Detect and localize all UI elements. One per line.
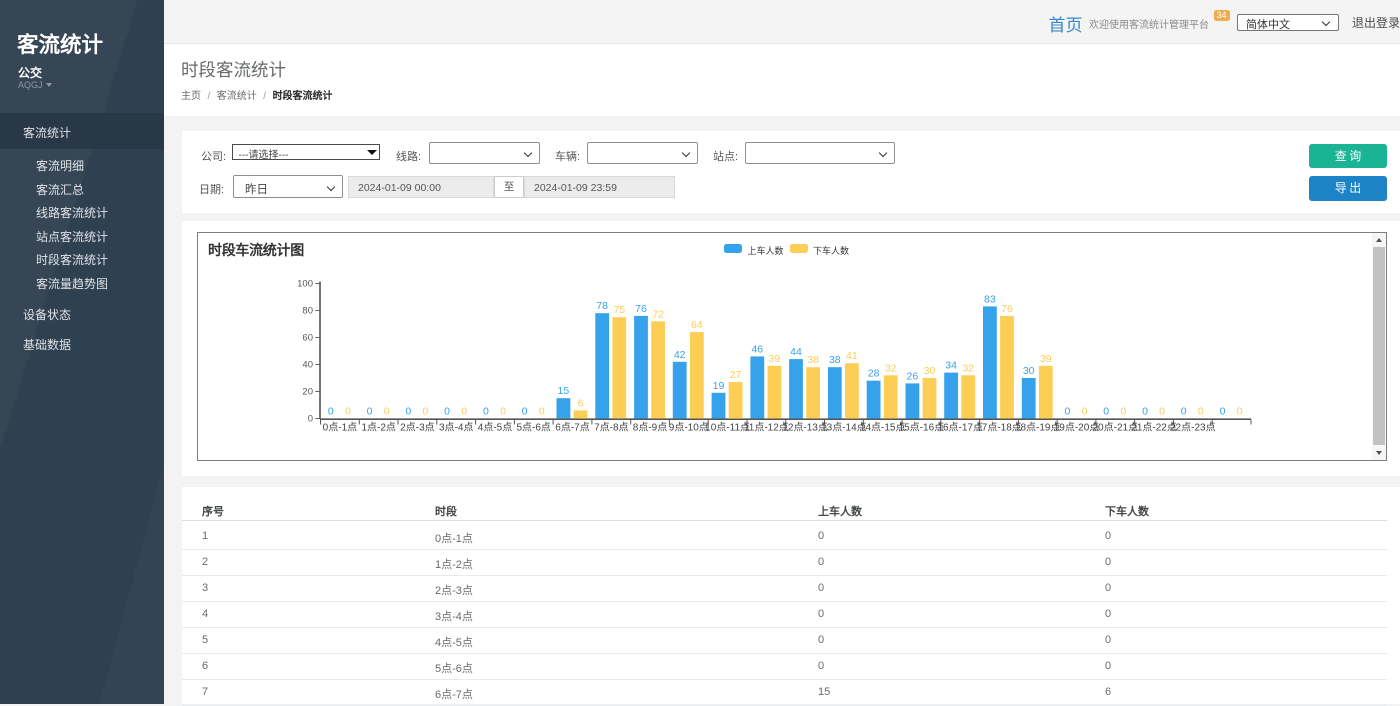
svg-text:0: 0	[384, 406, 390, 418]
svg-text:0: 0	[345, 406, 351, 418]
svg-text:0: 0	[1237, 406, 1243, 418]
svg-text:0: 0	[1159, 406, 1165, 418]
svg-text:46: 46	[751, 343, 763, 355]
svg-text:22点-23点: 22点-23点	[1170, 422, 1216, 434]
svg-text:0: 0	[367, 406, 373, 418]
svg-text:7点-8点: 7点-8点	[594, 422, 628, 434]
svg-text:30: 30	[1023, 365, 1035, 377]
svg-text:30: 30	[924, 365, 936, 377]
svg-text:0: 0	[1142, 406, 1148, 418]
svg-text:0: 0	[1064, 406, 1070, 418]
svg-text:8点-9点: 8点-9点	[633, 422, 667, 434]
svg-text:60: 60	[302, 333, 313, 344]
svg-text:72: 72	[652, 308, 664, 320]
svg-text:15: 15	[558, 385, 570, 397]
svg-text:0: 0	[328, 406, 334, 418]
svg-text:75: 75	[613, 304, 625, 316]
svg-text:0: 0	[522, 406, 528, 418]
svg-text:80: 80	[302, 306, 313, 317]
svg-text:0: 0	[1082, 406, 1088, 418]
svg-text:64: 64	[691, 319, 703, 331]
svg-text:0点-1点: 0点-1点	[323, 422, 357, 434]
svg-text:83: 83	[984, 293, 996, 305]
svg-text:9点-10点: 9点-10点	[669, 422, 709, 434]
svg-text:44: 44	[790, 346, 802, 358]
svg-text:0: 0	[461, 406, 467, 418]
svg-text:0: 0	[500, 406, 506, 418]
svg-text:78: 78	[596, 300, 608, 312]
svg-text:38: 38	[807, 354, 819, 366]
svg-text:0: 0	[1220, 406, 1226, 418]
svg-text:41: 41	[846, 350, 858, 362]
svg-text:34: 34	[945, 360, 957, 372]
svg-text:27: 27	[730, 369, 742, 381]
svg-text:1点-2点: 1点-2点	[361, 422, 395, 434]
svg-text:32: 32	[962, 362, 974, 374]
svg-text:0: 0	[422, 406, 428, 418]
svg-text:32: 32	[885, 362, 897, 374]
svg-text:76: 76	[635, 303, 647, 315]
svg-text:40: 40	[302, 360, 313, 371]
svg-text:26: 26	[907, 370, 919, 382]
svg-text:0: 0	[483, 406, 489, 418]
svg-text:5点-6点: 5点-6点	[516, 422, 550, 434]
svg-text:6: 6	[578, 397, 584, 409]
svg-text:42: 42	[674, 349, 686, 361]
svg-text:2点-3点: 2点-3点	[400, 422, 434, 434]
svg-text:0: 0	[1120, 406, 1126, 418]
svg-text:20: 20	[302, 387, 313, 398]
svg-text:39: 39	[769, 353, 781, 365]
svg-text:3点-4点: 3点-4点	[439, 422, 473, 434]
svg-text:0: 0	[444, 406, 450, 418]
svg-text:6点-7点: 6点-7点	[555, 422, 589, 434]
svg-text:0: 0	[308, 414, 313, 425]
svg-text:100: 100	[297, 279, 313, 290]
svg-text:0: 0	[1198, 406, 1204, 418]
svg-text:28: 28	[868, 368, 880, 380]
svg-text:39: 39	[1040, 353, 1052, 365]
svg-text:76: 76	[1001, 303, 1013, 315]
svg-text:4点-5点: 4点-5点	[478, 422, 512, 434]
svg-text:19: 19	[713, 380, 725, 392]
svg-text:0: 0	[405, 406, 411, 418]
svg-text:0: 0	[539, 406, 545, 418]
svg-text:0: 0	[1103, 406, 1109, 418]
svg-text:0: 0	[1181, 406, 1187, 418]
svg-text:38: 38	[829, 354, 841, 366]
